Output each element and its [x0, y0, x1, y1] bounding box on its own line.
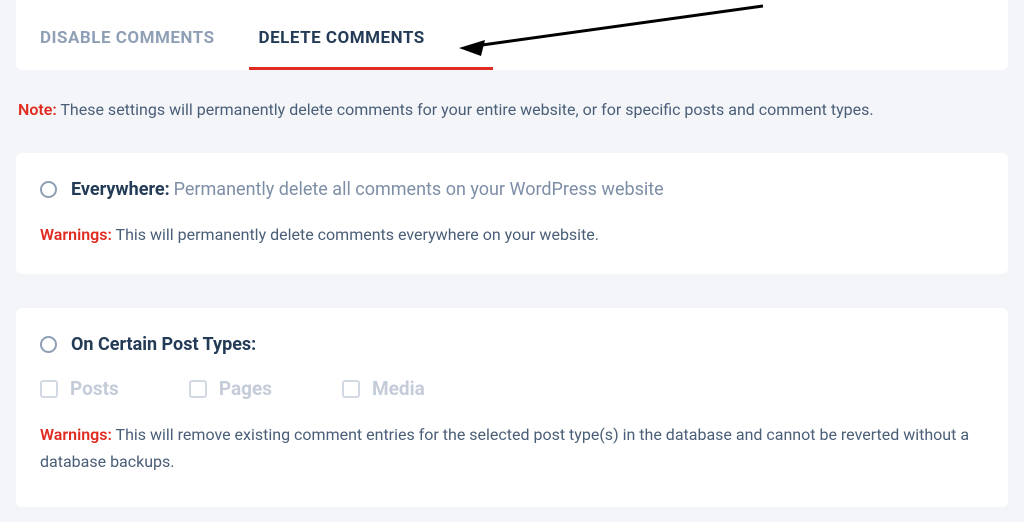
checkbox-pages-label: Pages: [219, 377, 272, 400]
option-posttypes-warning: Warnings: This will remove existing comm…: [40, 422, 984, 475]
tab-delete-comments: DELETE COMMENTS: [259, 28, 441, 70]
option-everywhere-title: Everywhere:: [71, 179, 170, 200]
option-everywhere-text: Everywhere: Permanently delete all comme…: [71, 179, 664, 200]
warning-label: Warnings:: [40, 225, 112, 244]
tab-active-underline: [249, 67, 493, 70]
checkbox-media-label: Media: [372, 377, 425, 400]
note-line: Note: These settings will permanently de…: [18, 100, 1006, 119]
note-label: Note:: [18, 100, 57, 119]
checkbox-pages-box: [189, 380, 207, 398]
checkbox-pages[interactable]: Pages: [189, 377, 272, 400]
option-everywhere-head[interactable]: Everywhere: Permanently delete all comme…: [40, 179, 984, 200]
warning-label: Warnings:: [40, 425, 112, 444]
option-posttypes-head[interactable]: On Certain Post Types:: [40, 334, 984, 355]
option-everywhere-desc: Permanently delete all comments on your …: [174, 179, 664, 200]
note-text: These settings will permanently delete c…: [60, 100, 873, 119]
option-posttypes-title: On Certain Post Types:: [71, 334, 256, 355]
checkbox-posts[interactable]: Posts: [40, 377, 119, 400]
radio-everywhere[interactable]: [40, 181, 57, 198]
warning-text: This will remove existing comment entrie…: [40, 425, 969, 470]
option-posttypes-text: On Certain Post Types:: [71, 334, 256, 355]
checkbox-media[interactable]: Media: [342, 377, 425, 400]
option-everywhere-warning: Warnings: This will permanently delete c…: [40, 222, 984, 248]
tab-disable-comments[interactable]: DISABLE COMMENTS: [40, 28, 231, 70]
checkbox-posts-box: [40, 380, 58, 398]
warning-text: This will permanently delete comments ev…: [116, 225, 600, 244]
option-everywhere-card: Everywhere: Permanently delete all comme…: [16, 153, 1008, 274]
checkbox-media-box: [342, 380, 360, 398]
checkbox-posts-label: Posts: [70, 377, 119, 400]
tab-delete-comments-wrap[interactable]: DELETE COMMENTS: [259, 28, 469, 70]
tabs-card: DISABLE COMMENTS DELETE COMMENTS: [16, 0, 1008, 70]
posttypes-row: Posts Pages Media: [40, 377, 984, 400]
tabs-row: DISABLE COMMENTS DELETE COMMENTS: [16, 28, 1008, 70]
option-posttypes-card: On Certain Post Types: Posts Pages Media…: [16, 308, 1008, 507]
radio-posttypes[interactable]: [40, 336, 57, 353]
